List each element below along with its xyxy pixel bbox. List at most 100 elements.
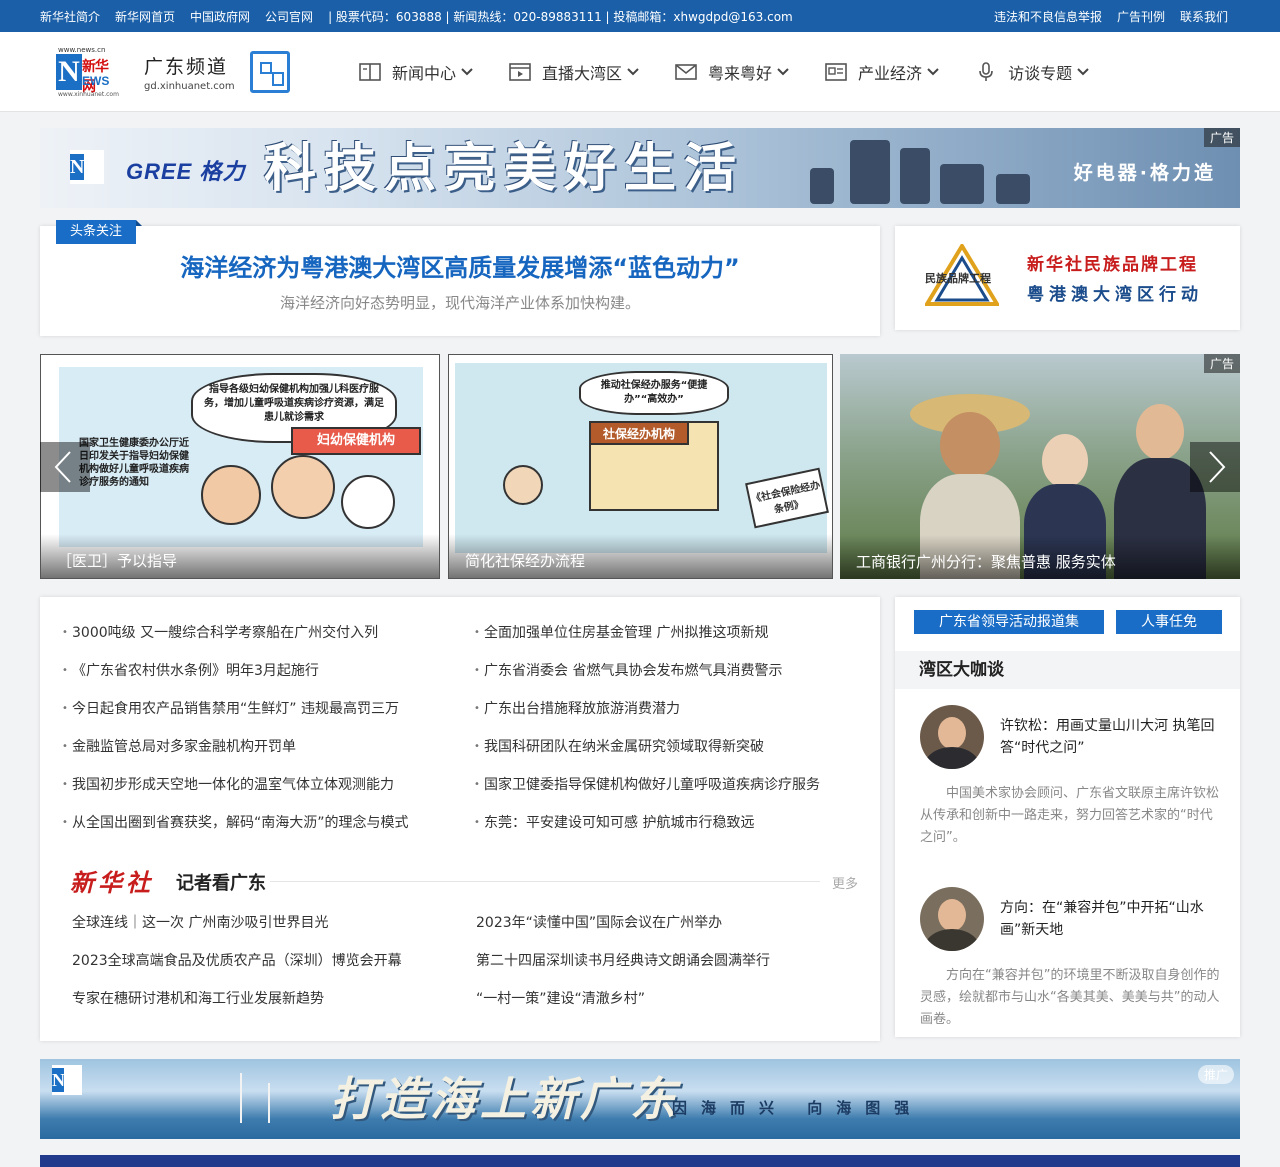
logo-ews: EWS — [82, 74, 110, 88]
bottom-ad-banner[interactable]: N 打造海上新广东 因海而兴 向海图强 推广 — [40, 1059, 1240, 1139]
nav-label: 产业经济 — [858, 64, 923, 83]
mail-icon — [675, 64, 697, 80]
link-xinhuanet-home[interactable]: 新华网首页 — [115, 8, 175, 25]
nav-news-center[interactable]: 新闻中心 — [358, 60, 474, 84]
xinhuashe-logo: 新华社 — [70, 868, 154, 897]
link-company[interactable]: 公司官网 — [265, 8, 313, 25]
news-item[interactable]: 全面加强单位住房基金管理 广州拟推这项新规 — [474, 617, 874, 655]
book-icon — [359, 63, 381, 81]
link-ad-rates[interactable]: 广告刊例 — [1117, 8, 1165, 25]
reporter-item[interactable]: 第二十四届深圳读书月经典诗文朗诵会圆满举行 — [476, 947, 770, 985]
brand-project-banner[interactable]: 民族品牌工程 新华社民族品牌工程 粤港澳大湾区行动 — [895, 226, 1240, 330]
top-bar: 新华社简介 新华网首页 中国政府网 公司官网 | 股票代码：603888 | 新… — [0, 0, 1280, 32]
chevron-down-icon — [461, 68, 473, 76]
channel-url: gd.xinhuanet.com — [144, 81, 235, 92]
top-ad-banner[interactable]: N GREE 格力 科技点亮美好生活 好电器·格力造 广告 — [40, 128, 1240, 208]
cartoon-notice: 国家卫生健康委办公厅近日印发关于指导妇幼保健机构做好儿童呼吸道疾病诊疗服务的通知 — [79, 438, 189, 488]
video-icon — [509, 63, 531, 81]
slide-caption: ［医卫］予以指导 — [41, 534, 439, 578]
news-item[interactable]: 3000吨级 又一艘综合科学考察船在广州交付入列 — [62, 617, 462, 655]
news-item[interactable]: 《广东省农村供水条例》明年3月起施行 — [62, 655, 462, 693]
reporter-item[interactable]: 2023年“读懂中国”国际会议在广州举办 — [476, 909, 770, 947]
link-contact[interactable]: 联系我们 — [1180, 8, 1228, 25]
ad-label: 广告 — [1203, 128, 1240, 147]
carousel-next-button[interactable] — [1190, 442, 1240, 492]
reporter-item[interactable]: 2023全球高端食品及优质农产品（深圳）博览会开幕 — [72, 947, 402, 985]
nav-yue-good[interactable]: 粤来粤好 — [674, 60, 790, 84]
appointments-button[interactable]: 人事任免 — [1116, 610, 1222, 634]
news-item[interactable]: 东莞：平安建设可知可感 护航城市行稳致远 — [474, 807, 874, 845]
news-item[interactable]: 从全国出圈到省赛获奖，解码“南海大沥”的理念与模式 — [62, 807, 462, 845]
chevron-right-icon — [1209, 451, 1226, 483]
headline-tag: 头条关注 — [56, 220, 143, 244]
nav-interview[interactable]: 访谈专题 — [974, 60, 1090, 84]
ad-subslogan: 因海而兴 向海图强 — [672, 1099, 924, 1117]
xinhua-mini-logo: N — [70, 150, 104, 184]
headline-title[interactable]: 海洋经济为粤港澳大湾区高质量发展增添“蓝色动力” — [40, 248, 880, 283]
reporter-item[interactable]: 专家在穗研讨港机和海工行业发展新趋势 — [72, 985, 402, 1023]
reporter-list-right: 2023年“读懂中国”国际会议在广州举办 第二十四届深圳读书月经典诗文朗诵会圆满… — [476, 909, 770, 1023]
top-links-left: 新华社简介 新华网首页 中国政府网 公司官网 | 股票代码：603888 | 新… — [40, 0, 808, 32]
xinhua-logo[interactable]: www.news.cn N 新华网 EWS www.xinhuanet.com — [56, 46, 119, 98]
news-item[interactable]: 我国初步形成天空地一体化的温室气体立体观测能力 — [62, 769, 462, 807]
contact-info: | 股票代码：603888 | 新闻热线：020-89883111 | 投稿邮箱… — [328, 9, 793, 24]
link-gov[interactable]: 中国政府网 — [190, 8, 250, 25]
reporter-item[interactable]: 全球连线｜这一次 广州南沙吸引世界目光 — [72, 909, 402, 947]
leader-reports-button[interactable]: 广东省领导活动报道集 — [914, 610, 1104, 634]
main-nav: 新闻中心 直播大湾区 粤来粤好 产业经济 访谈专题 — [358, 32, 1124, 112]
news-item[interactable]: 国家卫健委指导保健机构做好儿童呼吸道疾病诊疗服务 — [474, 769, 874, 807]
chevron-down-icon — [927, 68, 939, 76]
image-carousel: 指导各级妇幼保健机构加强儿科医疗服务，增加儿童呼吸道疾病诊疗资源，满足患儿就诊需… — [40, 354, 1240, 579]
nav-label: 新闻中心 — [392, 64, 457, 83]
logo-url2: www.xinhuanet.com — [58, 91, 119, 98]
ad-slogan-right: 好电器·格力造 — [1073, 162, 1216, 184]
interview-desc: 中国美术家协会顾问、广东省文联原主席许钦松从传承和创新中一路走来，努力回答艺术家… — [920, 786, 1220, 845]
interview-title[interactable]: 许钦松：用画丈量山川大河 执笔回答“时代之问” — [1000, 715, 1220, 759]
logo-url: www.news.cn — [58, 46, 106, 54]
nav-live-gba[interactable]: 直播大湾区 — [508, 60, 640, 84]
headline-subtitle: 海洋经济向好态势明显，现代海洋产业体系加快构建。 — [279, 294, 640, 312]
brand-line2: 粤港澳大湾区行动 — [1027, 285, 1203, 305]
qrcode-icon[interactable] — [250, 51, 290, 93]
news-item[interactable]: 广东省消委会 省燃气具协会发布燃气具消费警示 — [474, 655, 874, 693]
slide-caption: 工商银行广州分行：聚焦普惠 服务实体 — [840, 535, 1240, 579]
ad-slogan: 科技点亮美好生活 — [264, 139, 745, 199]
avatar[interactable] — [920, 705, 984, 769]
gree-logo: GREE 格力 — [126, 159, 246, 184]
nav-label: 直播大湾区 — [542, 64, 623, 83]
news-item[interactable]: 今日起食用农产品销售禁用“生鲜灯” 违规最高罚三万 — [62, 693, 462, 731]
section-title: 记者看广东 — [176, 873, 266, 894]
chevron-down-icon — [777, 68, 789, 76]
carousel-slide[interactable]: 指导各级妇幼保健机构加强儿科医疗服务，增加儿童呼吸道疾病诊疗资源，满足患儿就诊需… — [40, 354, 440, 579]
brand-line1: 新华社民族品牌工程 — [1027, 255, 1198, 275]
carousel-slide[interactable]: 广告 工商银行广州分行：聚焦普惠 服务实体 — [840, 354, 1240, 579]
link-xinhua-intro[interactable]: 新华社简介 — [40, 8, 100, 25]
news-item[interactable]: 金融监管总局对多家金融机构开罚单 — [62, 731, 462, 769]
section-divider — [270, 881, 820, 882]
news-item[interactable]: 我国科研团队在纳米金属研究领域取得新突破 — [474, 731, 874, 769]
nav-industry[interactable]: 产业经济 — [824, 60, 940, 84]
headline-box: 头条关注 海洋经济为粤港澳大湾区高质量发展增添“蓝色动力” 海洋经济向好态势明显… — [40, 220, 880, 336]
side-panel: 广东省领导活动报道集 人事任免 湾区大咖谈 许钦松：用画丈量山川大河 执笔回答“… — [895, 597, 1240, 1037]
reporter-item[interactable]: “一村一策”建设“清澈乡村” — [476, 985, 770, 1023]
chevron-down-icon — [627, 68, 639, 76]
news-list-left: 3000吨级 又一艘综合科学考察船在广州交付入列 《广东省农村供水条例》明年3月… — [62, 617, 462, 845]
interview-title[interactable]: 方向：在“兼容并包”中开拓“山水画”新天地 — [1000, 897, 1220, 941]
microphone-icon — [979, 62, 993, 81]
xinhua-mini-logo: N — [52, 1065, 82, 1095]
more-link[interactable]: 更多 — [832, 873, 858, 892]
next-ad-banner[interactable] — [40, 1155, 1240, 1167]
promo-label: 推广 — [1197, 1065, 1234, 1084]
reporter-list-left: 全球连线｜这一次 广州南沙吸引世界目光 2023全球高端食品及优质农产品（深圳）… — [72, 909, 402, 1023]
news-list-right: 全面加强单位住房基金管理 广州拟推这项新规 广东省消委会 省燃气具协会发布燃气具… — [474, 617, 874, 845]
cartoon-sign: 社保经办机构 — [589, 421, 689, 445]
side-section-title: 湾区大咖谈 — [895, 651, 1240, 689]
newspaper-icon — [825, 63, 847, 81]
brand-logo-text: 民族品牌工程 — [925, 272, 991, 285]
carousel-slide[interactable]: 推动社保经办服务“便捷办”“高效办” 社保经办机构 《社会保险经办条例》 简化社… — [448, 354, 833, 579]
link-report[interactable]: 违法和不良信息举报 — [994, 8, 1102, 25]
news-item[interactable]: 广东出台措施释放旅游消费潜力 — [474, 693, 874, 731]
carousel-prev-button[interactable] — [40, 442, 90, 492]
avatar[interactable] — [920, 887, 984, 951]
appliance-images — [800, 134, 1040, 204]
